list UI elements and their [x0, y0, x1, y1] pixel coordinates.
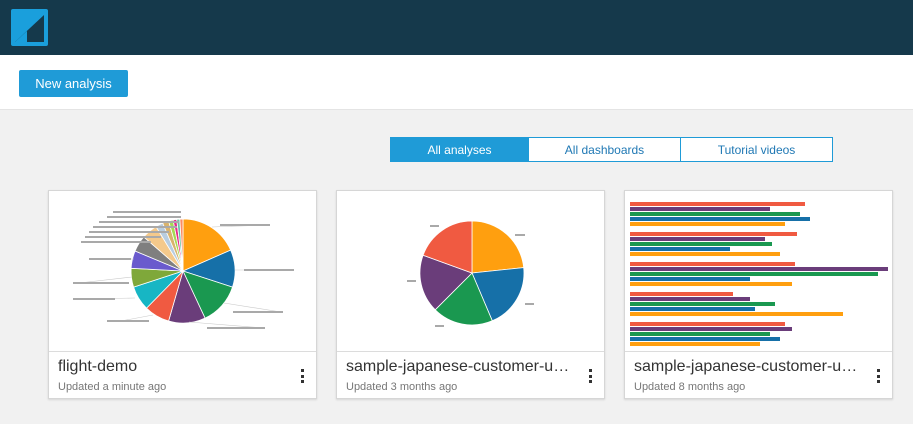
analysis-thumbnail [625, 191, 892, 352]
analysis-updated-time: Updated 8 months ago [634, 381, 746, 393]
analysis-thumbnail [49, 191, 316, 352]
analysis-card[interactable]: sample-japanese-customer-utf... Updated … [336, 190, 605, 399]
more-options-icon[interactable] [585, 369, 595, 383]
more-options-icon[interactable] [873, 369, 883, 383]
tab-all-dashboards[interactable]: All dashboards [528, 137, 681, 162]
new-analysis-button[interactable]: New analysis [19, 70, 128, 97]
analysis-title[interactable]: flight-demo [58, 358, 283, 376]
analysis-title[interactable]: sample-japanese-customer-utf... [634, 358, 859, 376]
analysis-thumbnail [337, 191, 604, 352]
action-toolbar: New analysis [0, 55, 913, 110]
top-navigation-bar [0, 0, 913, 55]
analysis-updated-time: Updated 3 months ago [346, 381, 458, 393]
tab-tutorial-videos[interactable]: Tutorial videos [680, 137, 833, 162]
view-tabs: All analyses All dashboards Tutorial vid… [390, 137, 833, 162]
more-options-icon[interactable] [297, 369, 307, 383]
analysis-card[interactable]: sample-japanese-customer-utf... Updated … [624, 190, 893, 399]
analysis-title[interactable]: sample-japanese-customer-utf... [346, 358, 571, 376]
tab-all-analyses[interactable]: All analyses [390, 137, 529, 162]
analysis-updated-time: Updated a minute ago [58, 381, 167, 393]
analysis-card[interactable]: flight-demo Updated a minute ago [48, 190, 317, 399]
app-logo-icon[interactable] [11, 9, 48, 46]
